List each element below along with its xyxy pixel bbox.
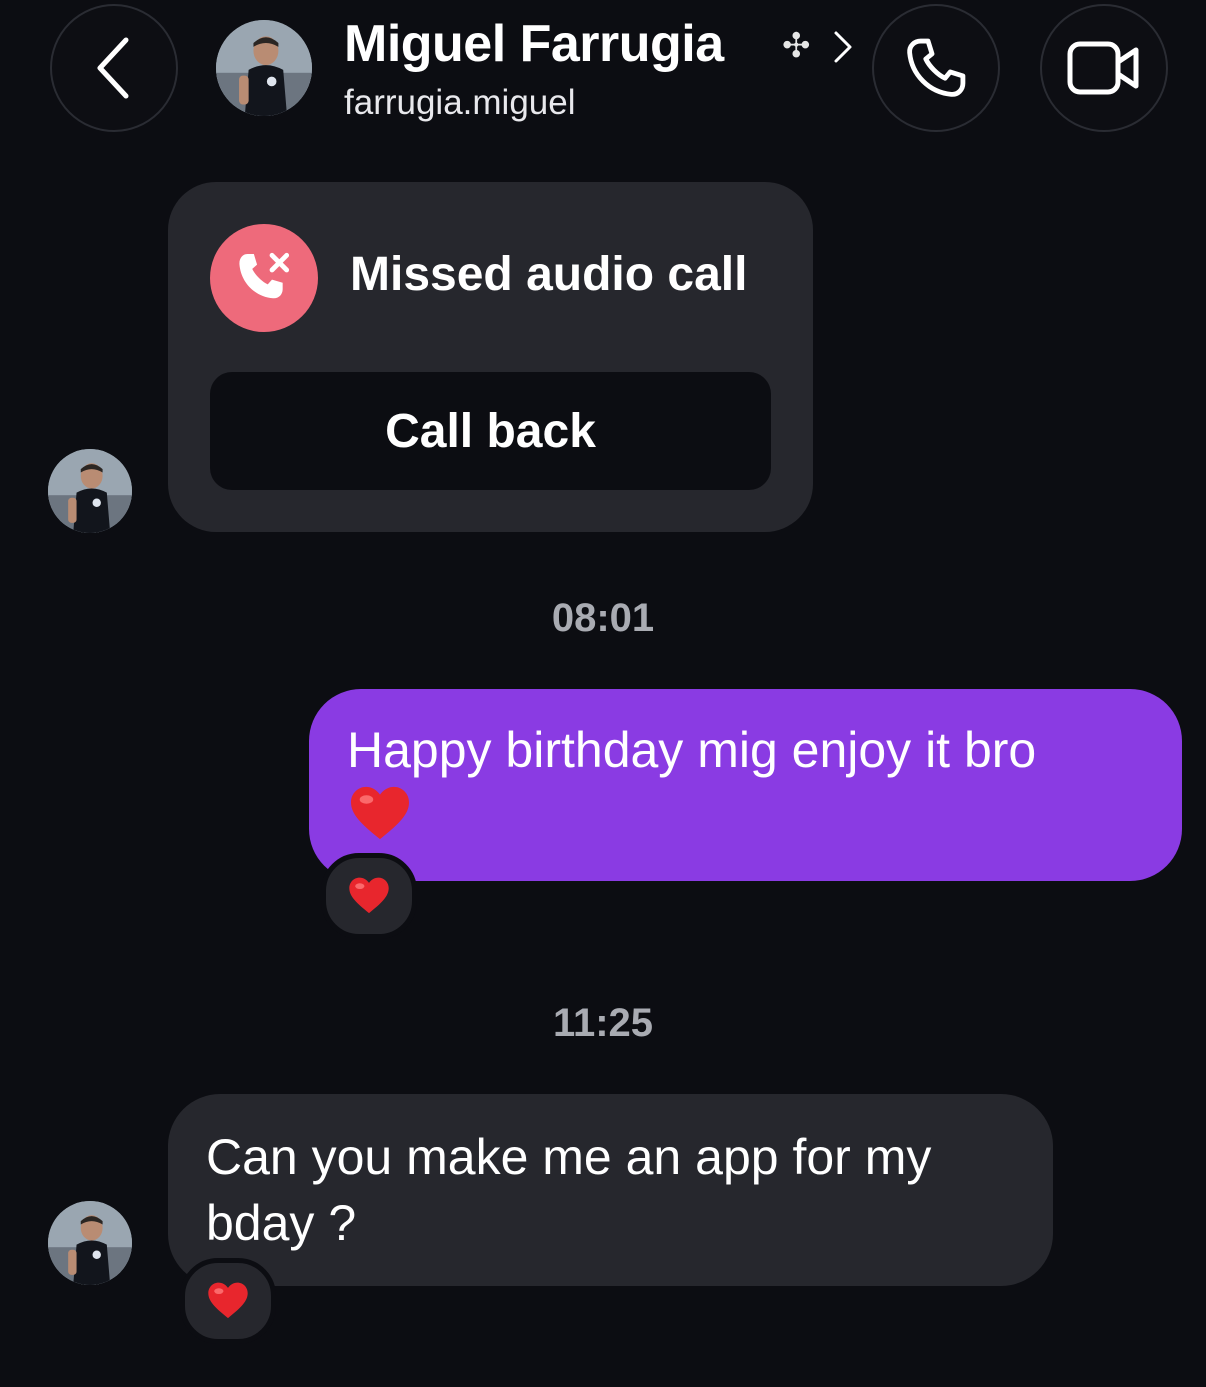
video-camera-icon [1067, 41, 1139, 95]
heart-icon [349, 877, 389, 914]
missed-call-icon [210, 224, 318, 332]
received-message-reaction[interactable] [180, 1258, 276, 1344]
heart-icon [208, 1282, 248, 1319]
video-call-button[interactable] [1040, 4, 1168, 132]
contact-username[interactable]: farrugia.miguel [344, 83, 576, 123]
sent-message-bubble[interactable]: Happy birthday mig enjoy it bro [309, 689, 1182, 881]
name-symbol: ✣ [782, 27, 811, 65]
sent-message-reaction[interactable] [321, 853, 417, 939]
back-button[interactable] [50, 4, 178, 132]
missed-call-label: Missed audio call [350, 248, 748, 301]
header-avatar[interactable] [216, 20, 312, 116]
sender-avatar[interactable] [48, 1201, 132, 1285]
call-back-button[interactable]: Call back [210, 372, 771, 490]
chevron-right-icon[interactable] [832, 30, 854, 64]
missed-call-card: Missed audio call Call back [168, 182, 813, 532]
sender-avatar[interactable] [48, 449, 132, 533]
sent-message-text: Happy birthday mig enjoy it bro [347, 722, 1037, 778]
chevron-left-icon [97, 37, 129, 99]
timestamp: 11:25 [552, 1001, 654, 1045]
phone-icon [907, 38, 966, 97]
audio-call-button[interactable] [872, 4, 1000, 132]
received-message-text: Can you make me an app for my bday ? [206, 1124, 1026, 1256]
received-message-bubble[interactable]: Can you make me an app for my bday ? [168, 1094, 1053, 1286]
contact-name[interactable]: Miguel Farrugia [344, 14, 724, 74]
received-message-line: Can you make me an app for my [206, 1129, 932, 1185]
received-message-line: bday ? [206, 1195, 357, 1251]
timestamp: 08:01 [551, 596, 655, 640]
heart-emoji [351, 786, 409, 840]
